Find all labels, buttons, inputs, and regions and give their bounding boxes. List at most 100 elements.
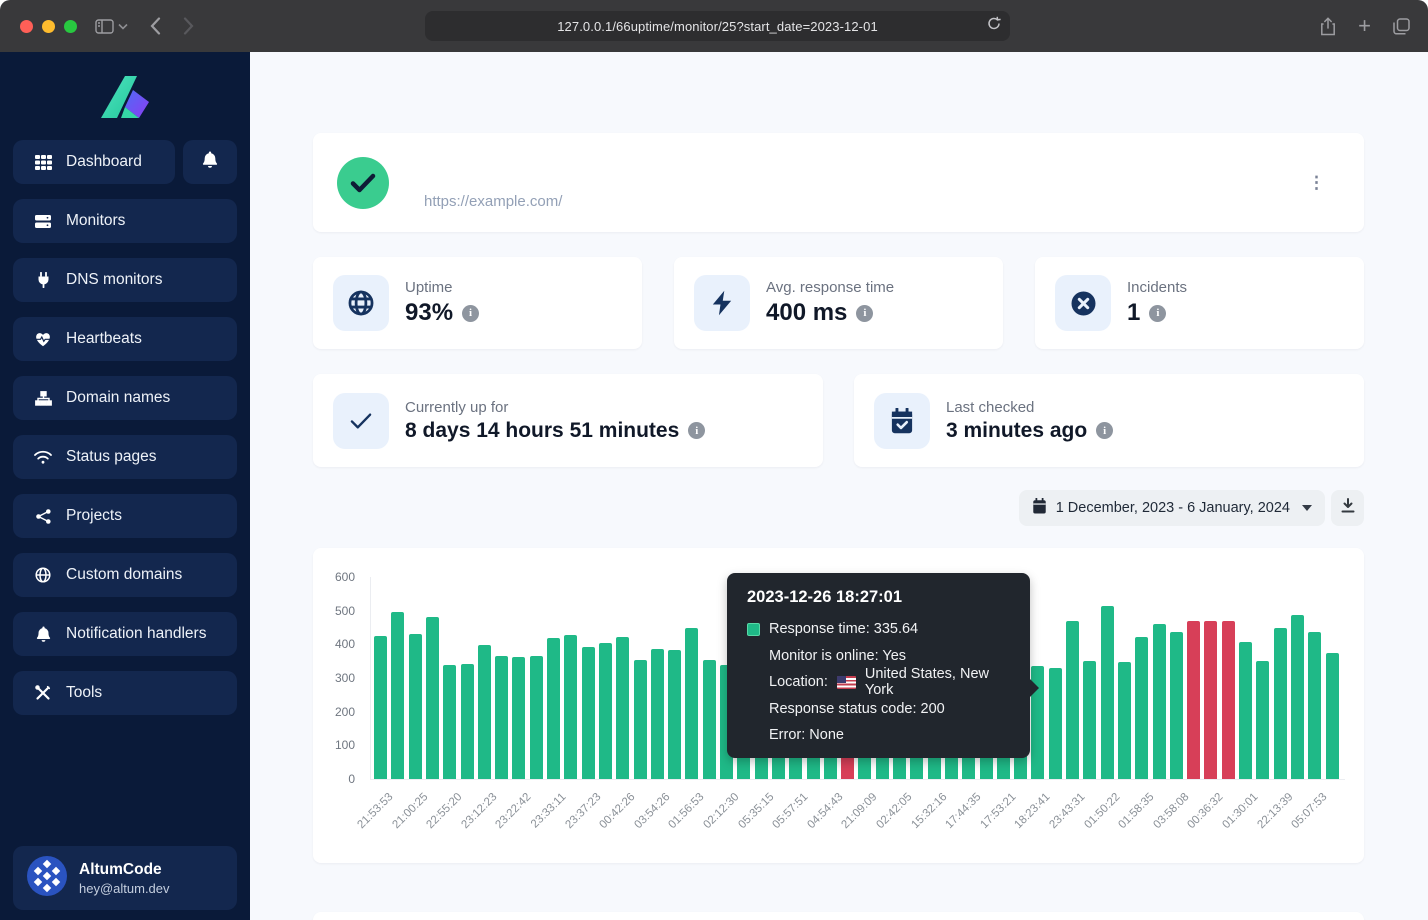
zoom-window-button[interactable] [64, 20, 77, 33]
sidebar-item-label: Domain names [66, 389, 170, 407]
chart-bar[interactable] [651, 649, 664, 779]
download-button[interactable] [1331, 490, 1364, 526]
chart-bar[interactable] [530, 656, 543, 779]
chart-bar[interactable] [461, 664, 474, 779]
chart-bar[interactable] [564, 635, 577, 779]
chart-bar[interactable] [426, 617, 439, 779]
forward-icon [183, 17, 194, 35]
circle-xmark-icon [1055, 275, 1111, 331]
chart-bar[interactable] [685, 628, 698, 779]
sidebar-item-status-pages[interactable]: Status pages [13, 435, 237, 479]
chart-bar[interactable] [409, 634, 422, 779]
x-axis-line [370, 779, 1345, 780]
account-card[interactable]: AltumCode hey@altum.dev [13, 846, 237, 910]
info-icon[interactable]: i [462, 305, 479, 322]
chart-bar[interactable] [391, 612, 404, 779]
download-icon [1341, 498, 1355, 518]
chart-bar[interactable] [443, 665, 456, 779]
info-icon[interactable]: i [688, 422, 705, 439]
chart-bar[interactable] [1135, 637, 1148, 779]
info-icon[interactable]: i [1149, 305, 1166, 322]
sidebar-item-dashboard[interactable]: Dashboard [13, 140, 175, 184]
info-icon[interactable]: i [856, 305, 873, 322]
tooltip-title: 2023-12-26 18:27:01 [747, 588, 1010, 607]
status-online-indicator [337, 157, 389, 209]
window-controls [20, 20, 77, 33]
date-range-picker[interactable]: 1 December, 2023 - 6 January, 2024 [1019, 490, 1325, 526]
stat-label: Uptime [405, 279, 479, 296]
minimize-window-button[interactable] [42, 20, 55, 33]
chart-bar[interactable] [1118, 662, 1131, 779]
sidebar-item-label: Monitors [66, 212, 125, 230]
chart-bar[interactable] [1274, 628, 1287, 779]
sidebar-toggle-icon[interactable] [95, 19, 114, 34]
calendar-check-icon [874, 393, 930, 449]
uptime-duration-card: Currently up for 8 days 14 hours 51 minu… [313, 374, 823, 467]
chart-tooltip: 2023-12-26 18:27:01 Response time: 335.6… [727, 573, 1030, 758]
chart-bar[interactable] [1049, 668, 1062, 779]
sidebar-item-projects[interactable]: Projects [13, 494, 237, 538]
back-icon[interactable] [150, 17, 161, 35]
chart-bar-offline[interactable] [1204, 621, 1217, 779]
notifications-button[interactable] [183, 140, 237, 184]
chart-bar[interactable] [1083, 661, 1096, 779]
chart-bar[interactable] [1101, 606, 1114, 779]
sidebar-item-notification-handlers[interactable]: Notification handlers [13, 612, 237, 656]
share-icon[interactable] [1320, 17, 1336, 36]
stat-value: 93% [405, 299, 453, 327]
sidebar-item-label: Tools [66, 684, 102, 702]
chart-bar[interactable] [634, 660, 647, 779]
chevron-down-icon[interactable] [118, 23, 128, 30]
chart-bar[interactable] [1066, 621, 1079, 779]
chart-bar[interactable] [1170, 632, 1183, 779]
chart-bar[interactable] [1239, 642, 1252, 779]
avg-response-card: Avg. response time 400 msi [674, 257, 1003, 349]
chart-bar[interactable] [1256, 661, 1269, 779]
sidebar-item-monitors[interactable]: Monitors [13, 199, 237, 243]
chart-bar-offline[interactable] [1222, 621, 1235, 779]
chart-bar[interactable] [1308, 632, 1321, 779]
x-axis-label: 00:36:32 [1186, 791, 1226, 831]
chart-bar[interactable] [1153, 624, 1166, 779]
chart-bar[interactable] [703, 660, 716, 779]
address-bar[interactable]: 127.0.0.1/66uptime/monitor/25?start_date… [425, 11, 1010, 41]
sidebar-item-heartbeats[interactable]: Heartbeats [13, 317, 237, 361]
chart-bar[interactable] [582, 647, 595, 779]
reload-icon[interactable] [987, 16, 1001, 36]
x-axis-label: 23:33:11 [529, 791, 569, 831]
browser-window: 127.0.0.1/66uptime/monitor/25?start_date… [0, 0, 1428, 920]
chart-bar[interactable] [616, 637, 629, 779]
close-window-button[interactable] [20, 20, 33, 33]
chart-bar[interactable] [547, 638, 560, 779]
chart-bar-offline[interactable] [1187, 621, 1200, 779]
chart-bar[interactable] [374, 636, 387, 779]
x-axis-label: 01:58:35 [1117, 791, 1157, 831]
tooltip-location-label: Location: [769, 674, 828, 690]
chart-bar[interactable] [478, 645, 491, 779]
main-content: Monitors › Monitor Example monitor https… [250, 52, 1428, 920]
sidebar-item-dns-monitors[interactable]: DNS monitors [13, 258, 237, 302]
x-axis-label: 23:22:42 [494, 791, 534, 831]
new-tab-icon[interactable]: + [1358, 13, 1371, 39]
y-axis-tick: 600 [313, 570, 355, 584]
bolt-icon [694, 275, 750, 331]
us-flag-icon [837, 676, 856, 689]
x-axis-label: 23:43:31 [1047, 791, 1087, 831]
toolbar-right-icons: + [1320, 0, 1410, 52]
sidebar-item-tools[interactable]: Tools [13, 671, 237, 715]
chart-bar[interactable] [495, 656, 508, 779]
browser-toolbar: 127.0.0.1/66uptime/monitor/25?start_date… [0, 0, 1428, 52]
kebab-menu-icon[interactable]: ⋮ [1308, 180, 1326, 186]
info-icon[interactable]: i [1096, 422, 1113, 439]
sidebar-item-custom-domains[interactable]: Custom domains [13, 553, 237, 597]
chart-bar[interactable] [599, 643, 612, 779]
chart-bar[interactable] [1326, 653, 1339, 779]
chart-bar[interactable] [512, 657, 525, 779]
x-axis-label: 04:54:43 [805, 791, 845, 831]
tab-overview-icon[interactable] [1393, 18, 1410, 35]
chart-bar[interactable] [668, 650, 681, 779]
avatar [27, 856, 67, 901]
globe-icon [333, 275, 389, 331]
sidebar-item-domain-names[interactable]: Domain names [13, 376, 237, 420]
chart-bar[interactable] [1291, 615, 1304, 779]
